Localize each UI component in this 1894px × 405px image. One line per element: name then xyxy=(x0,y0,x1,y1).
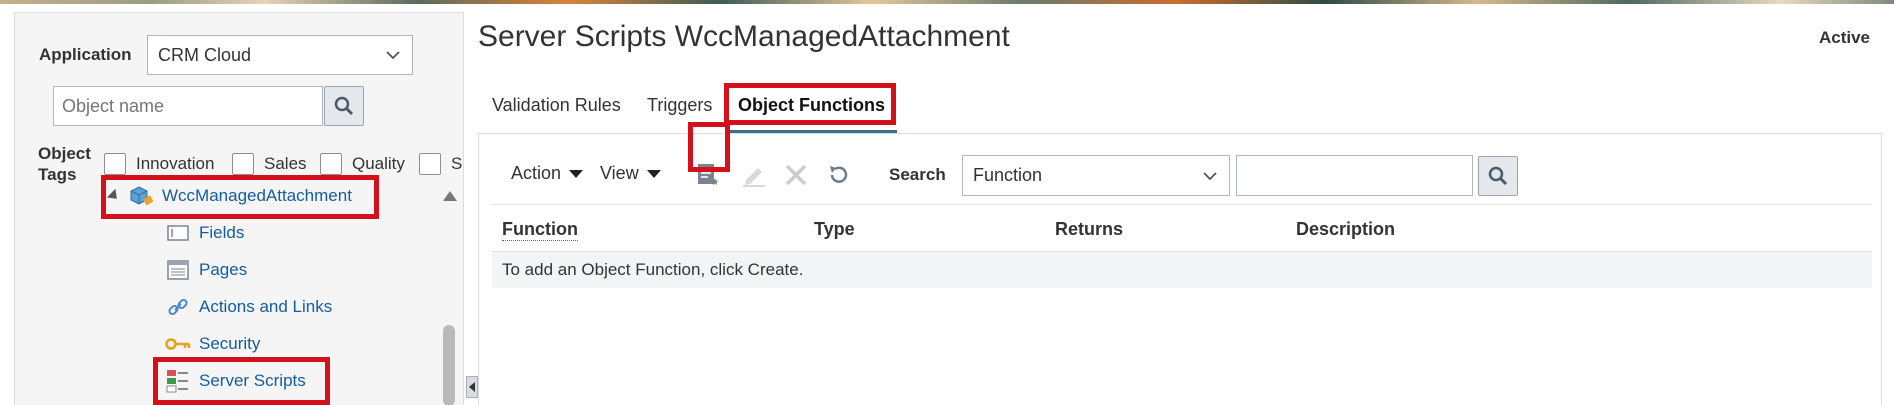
search-icon xyxy=(1488,166,1508,186)
search-field-value: Function xyxy=(973,165,1043,185)
edit-button[interactable] xyxy=(737,158,771,192)
column-header-returns[interactable]: Returns xyxy=(1055,219,1123,240)
pages-icon xyxy=(165,259,191,281)
tree-node-pages[interactable]: Pages xyxy=(165,257,247,283)
fields-icon xyxy=(165,222,191,244)
column-header-description[interactable]: Description xyxy=(1296,219,1395,240)
view-menu[interactable]: View xyxy=(600,163,661,184)
chevron-down-icon xyxy=(1203,172,1217,181)
search-label: Search xyxy=(889,165,946,184)
functions-table-header: Function Type Returns Description xyxy=(492,204,1872,252)
status-label: Active xyxy=(1818,28,1870,47)
tab-triggers[interactable]: Triggers xyxy=(647,95,712,116)
tree-item-label: Pages xyxy=(199,260,248,279)
page-title: Server Scripts WccManagedAttachment xyxy=(478,20,1010,53)
tree-node-actions-links[interactable]: Actions and Links xyxy=(165,294,332,320)
scroll-up-arrow-icon[interactable] xyxy=(443,191,457,201)
object-functions-region: Action View Search Function Function Typ… xyxy=(478,122,1882,405)
top-banner xyxy=(0,0,1894,4)
action-menu[interactable]: Action xyxy=(511,163,584,184)
search-input[interactable] xyxy=(1236,155,1473,196)
caret-down-icon xyxy=(646,169,661,178)
search-button[interactable] xyxy=(1478,156,1518,196)
refresh-button[interactable] xyxy=(822,158,856,192)
column-header-type[interactable]: Type xyxy=(814,219,855,240)
refresh-icon xyxy=(830,166,848,183)
scroll-thumb[interactable] xyxy=(443,325,455,405)
highlight-box-object xyxy=(101,175,379,219)
tree-scrollbar[interactable] xyxy=(439,185,459,405)
delete-button[interactable] xyxy=(779,158,813,192)
column-header-function[interactable]: Function xyxy=(502,219,578,241)
empty-table-message: To add an Object Function, click Create. xyxy=(492,252,1872,288)
key-icon xyxy=(165,333,191,355)
highlight-box-object-functions-tab xyxy=(724,83,896,125)
search-field-select[interactable]: Function xyxy=(962,155,1230,196)
tree-item-label: Fields xyxy=(199,223,245,242)
tree-node-security[interactable]: Security xyxy=(165,331,260,357)
link-icon xyxy=(165,296,191,318)
highlight-box-server-scripts xyxy=(153,357,330,405)
tree-item-label: Security xyxy=(199,334,261,353)
view-menu-label: View xyxy=(600,163,639,183)
action-menu-label: Action xyxy=(511,163,562,183)
delete-x-icon xyxy=(785,164,807,186)
panel-splitter-collapse[interactable] xyxy=(466,376,478,398)
caret-down-icon xyxy=(569,169,584,178)
highlight-box-create xyxy=(688,122,730,172)
functions-toolbar: Action View Search Function xyxy=(479,122,1881,204)
tag-label: S xyxy=(451,154,463,173)
tree-item-label: Actions and Links xyxy=(199,297,333,316)
edit-pencil-icon xyxy=(743,168,765,187)
tree-node-fields[interactable]: Fields xyxy=(165,220,244,246)
tab-validation-rules[interactable]: Validation Rules xyxy=(492,95,621,116)
